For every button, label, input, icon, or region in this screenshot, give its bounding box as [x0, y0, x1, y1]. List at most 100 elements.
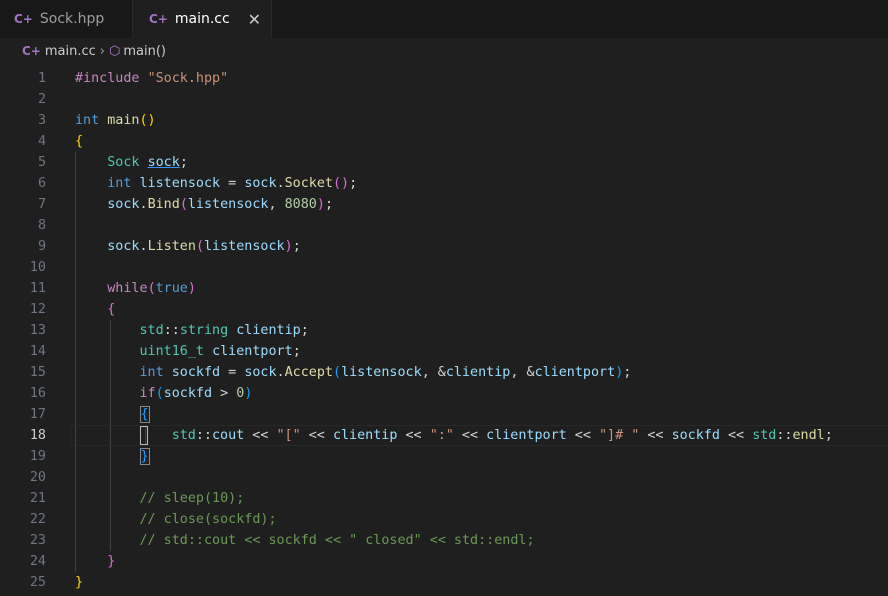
- code-line[interactable]: 16 if(sockfd > 0): [0, 383, 888, 404]
- line-number: 10: [29, 260, 46, 275]
- code-line[interactable]: 10: [0, 257, 888, 278]
- code-token: string: [179, 323, 229, 338]
- code-line[interactable]: 20: [0, 467, 888, 488]
- code-token: {: [107, 302, 116, 317]
- tab-bar: C+ Sock.hpp C+ main.cc ✕: [0, 0, 888, 38]
- code-token: int: [107, 176, 132, 191]
- code-line[interactable]: 13 std::string clientip;: [0, 320, 888, 341]
- line-number: 21: [29, 491, 46, 506]
- code-token: clientip: [445, 365, 511, 380]
- code-token: ;: [623, 365, 632, 380]
- code-token: (): [139, 113, 156, 128]
- line-number: 2: [37, 92, 46, 107]
- code-token: {: [139, 406, 150, 423]
- code-token: }: [139, 448, 150, 465]
- code-line[interactable]: 3 int main(): [0, 110, 888, 131]
- code-line[interactable]: 17 {: [0, 404, 888, 425]
- code-line[interactable]: 24 }: [0, 551, 888, 572]
- code-token: true: [155, 281, 188, 296]
- code-token: }: [107, 554, 116, 569]
- code-line[interactable]: 12 {: [0, 299, 888, 320]
- code-editor[interactable]: 1 #include "Sock.hpp" 2 3 int main() 4{5 Sock…: [0, 64, 888, 596]
- code-line[interactable]: 5 Sock sock;: [0, 152, 888, 173]
- code-line[interactable]: 8: [0, 215, 888, 236]
- code-token: ): [284, 239, 293, 254]
- code-token: ): [187, 281, 196, 296]
- code-token: <<: [566, 428, 599, 443]
- close-icon[interactable]: ✕: [248, 10, 261, 29]
- line-code: int listensock = sock.Socket();: [75, 173, 357, 194]
- line-number: 9: [37, 239, 46, 254]
- code-token: uint16_t: [139, 344, 205, 359]
- code-token: (: [155, 386, 164, 401]
- code-line[interactable]: 9 sock.Listen(listensock);: [0, 236, 888, 257]
- line-code: {: [75, 404, 150, 425]
- line-number: 17: [29, 407, 46, 422]
- line-number: 12: [29, 302, 46, 317]
- line-number: 13: [29, 323, 46, 338]
- code-token: listensock: [204, 239, 285, 254]
- breadcrumb-file[interactable]: main.cc: [45, 44, 96, 59]
- code-line[interactable]: 2: [0, 89, 888, 110]
- code-line[interactable]: 25}: [0, 572, 888, 593]
- line-number: 7: [37, 197, 46, 212]
- code-line[interactable]: 18 std::cout << "[" << clientip << ":" <…: [0, 425, 888, 446]
- code-line[interactable]: 19 }: [0, 446, 888, 467]
- code-token: sock: [147, 155, 180, 170]
- code-line[interactable]: 15 int sockfd = sock.Accept(listensock, …: [0, 362, 888, 383]
- breadcrumb-symbol[interactable]: main(): [123, 44, 166, 59]
- tab-sock-hpp[interactable]: C+ Sock.hpp: [0, 0, 133, 38]
- code-token: {: [75, 134, 84, 149]
- code-token: main: [107, 113, 140, 128]
- line-code: // close(sockfd);: [75, 509, 277, 530]
- code-line[interactable]: 6 int listensock = sock.Socket();: [0, 173, 888, 194]
- code-token: <<: [639, 428, 672, 443]
- code-token: 8080: [284, 197, 317, 212]
- code-line[interactable]: 23 // std::cout << sockfd << " closed" <…: [0, 530, 888, 551]
- line-number: 19: [29, 449, 46, 464]
- line-number: 6: [37, 176, 46, 191]
- line-code: // std::cout << sockfd << " closed" << s…: [75, 530, 535, 551]
- line-number: 23: [29, 533, 46, 548]
- code-token: clientport: [486, 428, 567, 443]
- code-line[interactable]: 7 sock.Bind(listensock, 8080);: [0, 194, 888, 215]
- code-token: sock: [107, 239, 140, 254]
- code-token: sockfd: [671, 428, 720, 443]
- code-token: .: [276, 176, 285, 191]
- line-number: 25: [29, 575, 46, 590]
- code-line[interactable]: 4{: [0, 131, 888, 152]
- code-line[interactable]: 22 // close(sockfd);: [0, 509, 888, 530]
- code-token: ;: [292, 239, 301, 254]
- code-token: , &: [421, 365, 446, 380]
- code-line[interactable]: 14 uint16_t clientport;: [0, 341, 888, 362]
- code-line[interactable]: 1 #include "Sock.hpp": [0, 68, 888, 89]
- tab-label: Sock.hpp: [39, 11, 105, 27]
- code-token: <<: [244, 428, 277, 443]
- code-token: (: [179, 197, 188, 212]
- tab-main-cc[interactable]: C+ main.cc ✕: [133, 0, 272, 38]
- line-number: 24: [29, 554, 46, 569]
- code-token: clientip: [332, 428, 398, 443]
- code-token: // sleep(10);: [139, 491, 245, 506]
- code-token: clientport: [212, 344, 293, 359]
- code-token: int: [139, 365, 164, 380]
- code-line[interactable]: 11 while(true): [0, 278, 888, 299]
- code-token: Bind: [147, 197, 180, 212]
- code-line[interactable]: 21 // sleep(10);: [0, 488, 888, 509]
- code-token: ;: [324, 197, 333, 212]
- code-token: .: [139, 239, 148, 254]
- line-code: if(sockfd > 0): [75, 383, 253, 404]
